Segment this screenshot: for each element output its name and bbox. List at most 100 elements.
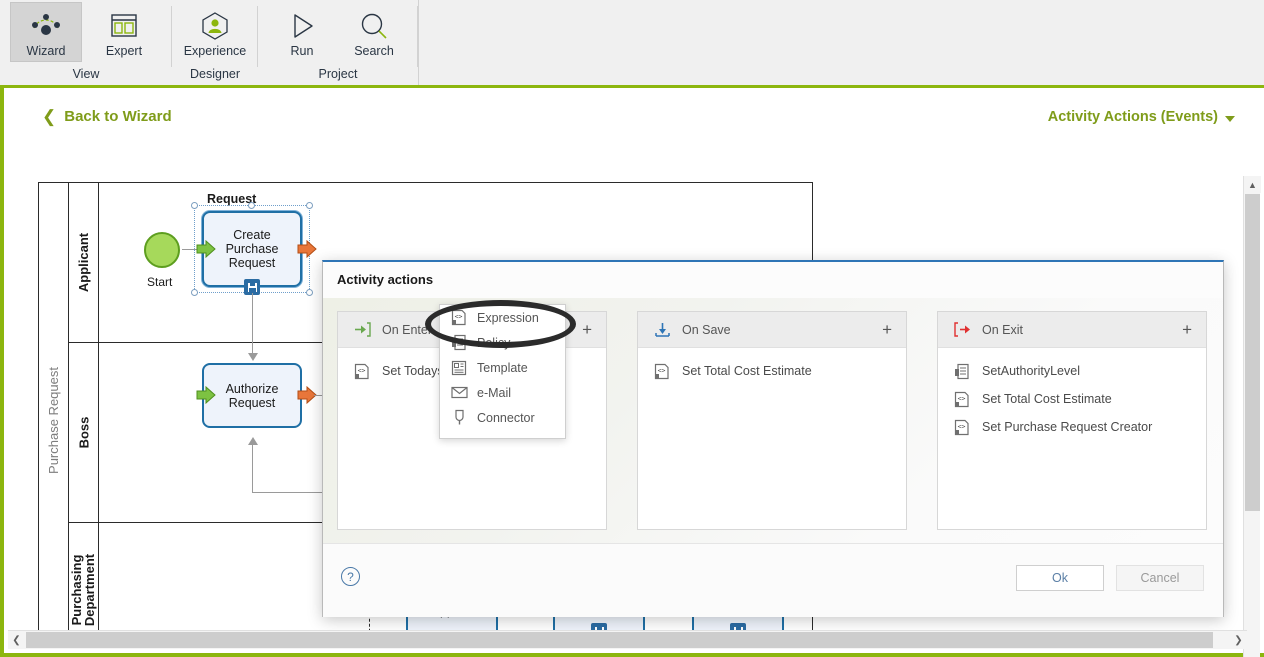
cancel-button[interactable]: Cancel	[1116, 565, 1204, 591]
chevron-left-icon: ❮	[42, 107, 57, 126]
task-create-purchase-request[interactable]: Create Purchase Request	[202, 211, 302, 287]
ribbon-group-designer: Experience Designer	[172, 0, 258, 85]
expression-icon: <>	[450, 309, 468, 326]
connector-create-to-authorize	[252, 293, 253, 353]
ribbon-button-wizard[interactable]: Wizard	[10, 2, 82, 62]
ribbon-button-expert[interactable]: Expert	[88, 2, 160, 62]
ribbon-button-label: Run	[290, 44, 314, 58]
scroll-left-button[interactable]: ❮	[8, 631, 25, 649]
work-area: ❮ Back to Wizard Activity Actions (Event…	[0, 88, 1264, 657]
vertical-scrollbar[interactable]: ▲ ▼	[1243, 176, 1261, 657]
menu-item-label: Template	[477, 360, 528, 375]
back-to-wizard-link[interactable]: ❮ Back to Wizard	[42, 108, 172, 125]
ribbon-group-view: Wizard Expert View	[0, 0, 172, 85]
connector-arrowhead	[248, 353, 258, 361]
task-exit-arrow-icon	[297, 240, 317, 258]
add-action-button[interactable]: +	[882, 321, 892, 338]
application-window: Wizard Expert View Experience Designer R…	[0, 0, 1264, 657]
menu-item-label: e-Mail	[477, 385, 512, 400]
activity-actions-label: Activity Actions (Events)	[1047, 109, 1218, 125]
lane-label-line2: Department	[82, 553, 98, 627]
action-list: <> Set Total Cost Estimate	[638, 349, 906, 529]
horizontal-scroll-thumb[interactable]	[26, 632, 1213, 648]
resize-handle[interactable]	[306, 202, 313, 209]
ribbon-group-label: Project	[318, 67, 358, 81]
list-item[interactable]: <> Set Total Cost Estimate	[638, 357, 906, 385]
task-label-line1: Authorize	[225, 381, 279, 396]
wizard-icon	[29, 9, 63, 43]
task-label-line2: Purchase	[225, 242, 279, 256]
ribbon-button-label: Experience	[183, 44, 247, 58]
task-entry-arrow-icon	[196, 240, 216, 258]
activity-actions-dropdown[interactable]: Activity Actions (Events)	[1048, 109, 1235, 125]
task-label-line1: Create	[233, 228, 271, 242]
lane-header: Purchasing Department	[69, 523, 99, 633]
svg-text:<>: <>	[958, 422, 966, 430]
dialog-title: Activity actions	[337, 272, 434, 287]
experience-icon	[199, 9, 231, 43]
dialog-footer: ? Ok Cancel	[323, 543, 1223, 617]
resize-handle[interactable]	[306, 289, 313, 296]
task-label-line3: Request	[228, 256, 276, 270]
list-item-label: Set Total Cost Estimate	[682, 364, 812, 378]
menu-item-template[interactable]: Template	[440, 355, 565, 380]
start-event-node[interactable]	[144, 232, 180, 268]
ribbon-toolbar: Wizard Expert View Experience Designer R…	[0, 0, 1264, 88]
svg-text:<>: <>	[958, 394, 966, 402]
resize-handle[interactable]	[248, 202, 255, 209]
pool-title: Purchase Request	[39, 183, 69, 633]
task-label-line2: Request	[228, 395, 276, 410]
menu-item-policy[interactable]: Policy	[440, 330, 565, 355]
ok-button[interactable]: Ok	[1016, 565, 1104, 591]
ribbon-button-search[interactable]: Search	[338, 2, 410, 62]
lane-header: Boss	[69, 343, 99, 522]
scroll-right-button[interactable]: ❯	[1230, 631, 1247, 649]
column-header: On Save +	[638, 312, 906, 348]
column-on-save: On Save + <> Set Total Cost Estimate	[637, 311, 907, 530]
ribbon-button-experience[interactable]: Experience	[179, 2, 251, 62]
back-to-wizard-label: Back to Wizard	[64, 108, 172, 125]
ribbon-button-label: Wizard	[26, 44, 66, 58]
svg-text:<>: <>	[358, 366, 366, 374]
expert-icon	[109, 9, 139, 43]
connector-icon	[450, 409, 468, 426]
run-icon	[286, 9, 318, 43]
resize-handle[interactable]	[191, 202, 198, 209]
menu-item-email[interactable]: e-Mail	[440, 380, 565, 405]
task-entry-arrow-icon	[196, 386, 216, 404]
expression-icon: <>	[352, 363, 372, 380]
expression-icon: <>	[952, 419, 972, 436]
list-item[interactable]: <> Set Purchase Request Creator	[938, 413, 1206, 441]
menu-item-label: Expression	[477, 310, 539, 325]
resize-handle[interactable]	[191, 289, 198, 296]
on-enter-icon	[352, 322, 372, 337]
start-event-label: Start	[147, 275, 173, 289]
menu-item-expression[interactable]: <> Expression	[440, 305, 565, 330]
connector-return-vertical	[252, 445, 253, 493]
policy-icon	[952, 363, 972, 380]
help-icon[interactable]: ?	[341, 567, 360, 586]
task-authorize-request[interactable]: Authorize Request	[202, 363, 302, 428]
horizontal-scrollbar[interactable]: ❮ ❯	[8, 630, 1247, 649]
add-action-button[interactable]: +	[1182, 321, 1192, 338]
expression-icon: <>	[952, 391, 972, 408]
list-item[interactable]: <> Set Total Cost Estimate	[938, 385, 1206, 413]
menu-item-connector[interactable]: Connector	[440, 405, 565, 430]
ribbon-separator	[417, 6, 418, 67]
vertical-scroll-thumb[interactable]	[1245, 194, 1260, 511]
column-header-label: On Save	[682, 322, 731, 337]
add-action-button[interactable]: +	[582, 321, 592, 338]
pool-title-label: Purchase Request	[46, 367, 62, 474]
expression-icon: <>	[652, 363, 672, 380]
connector-arrowhead	[248, 437, 258, 445]
list-item-label: Set Total Cost Estimate	[982, 392, 1112, 406]
page-header: ❮ Back to Wizard Activity Actions (Event…	[4, 88, 1260, 148]
ribbon-button-run[interactable]: Run	[266, 2, 338, 62]
list-item[interactable]: SetAuthorityLevel	[938, 357, 1206, 385]
policy-icon	[450, 334, 468, 351]
column-header: On Exit +	[938, 312, 1206, 348]
ribbon-group-label: Designer	[189, 67, 241, 81]
scroll-up-button[interactable]: ▲	[1244, 176, 1261, 193]
svg-text:<>: <>	[455, 313, 463, 321]
on-save-icon	[652, 322, 672, 338]
